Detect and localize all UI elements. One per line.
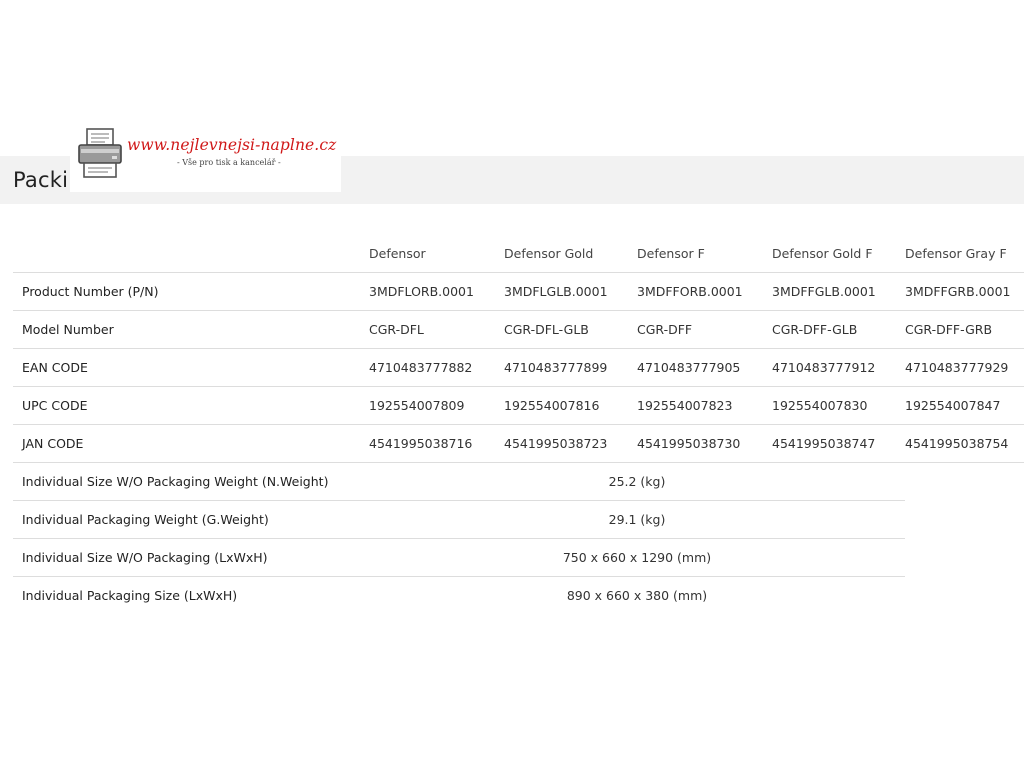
watermark-tagline: - Vše pro tisk a kancelář - (177, 158, 281, 167)
table-cell: 4710483777929 (905, 348, 1024, 387)
row-label: EAN CODE (13, 348, 369, 387)
table-cell: 192554007823 (637, 386, 772, 425)
table-row: UPC CODE 192554007809 192554007816 19255… (13, 386, 1024, 425)
row-label: Model Number (13, 310, 369, 349)
table-cell: 192554007816 (504, 386, 637, 425)
merged-value-cell: 890 x 660 x 380 (mm) (566, 588, 708, 603)
printer-icon (78, 128, 122, 178)
merged-value-cell: 25.2 (kg) (369, 462, 905, 501)
table-cell: 4541995038730 (637, 424, 772, 463)
table-row: Individual Packaging Size (LxWxH) 890 x … (13, 577, 1024, 615)
table-cell: 4710483777905 (637, 348, 772, 387)
table-row: Individual Size W/O Packaging (LxWxH) 75… (13, 538, 1024, 577)
table-row: Product Number (P/N) 3MDFLORB.0001 3MDFL… (13, 272, 1024, 311)
header-empty-cell (13, 235, 369, 273)
table-cell: 192554007809 (369, 386, 504, 425)
table-cell: 3MDFFGRB.0001 (905, 272, 1024, 311)
table-header-row: Defensor Defensor Gold Defensor F Defens… (13, 235, 1024, 273)
table-row: Individual Size W/O Packaging Weight (N.… (13, 462, 1024, 501)
table-cell: 4541995038716 (369, 424, 504, 463)
column-header: Defensor Gray F (905, 235, 1024, 273)
watermark-logo: www.nejlevnejsi-naplne.cz - Vše pro tisk… (70, 125, 341, 192)
row-label: Individual Size W/O Packaging Weight (N.… (13, 462, 369, 501)
table-cell: 4541995038723 (504, 424, 637, 463)
table-cell: 4710483777882 (369, 348, 504, 387)
table-cell: CGR-DFF-GRB (905, 310, 1024, 349)
row-label: JAN CODE (13, 424, 369, 463)
row-label: Product Number (P/N) (13, 272, 369, 311)
table-cell: 4710483777899 (504, 348, 637, 387)
column-header: Defensor Gold F (772, 235, 905, 273)
empty-cell (905, 501, 1024, 539)
table-cell: 3MDFFORB.0001 (637, 272, 772, 311)
table-cell: CGR-DFF-GLB (772, 310, 905, 349)
column-header: Defensor F (637, 235, 772, 273)
watermark-url: www.nejlevnejsi-naplne.cz (127, 136, 337, 154)
table-cell: 4541995038754 (905, 424, 1024, 463)
table-cell: 4541995038747 (772, 424, 905, 463)
empty-cell (905, 577, 1024, 615)
table-cell: CGR-DFF (637, 310, 772, 349)
table-cell: 192554007830 (772, 386, 905, 425)
empty-cell (905, 539, 1024, 577)
empty-cell (905, 463, 1024, 501)
table-row: Individual Packaging Weight (G.Weight) 2… (13, 500, 1024, 539)
table-cell: 192554007847 (905, 386, 1024, 425)
table-cell: 4710483777912 (772, 348, 905, 387)
table-cell: 3MDFLGLB.0001 (504, 272, 637, 311)
table-row: EAN CODE 4710483777882 4710483777899 471… (13, 348, 1024, 387)
row-label: Individual Packaging Weight (G.Weight) (13, 500, 369, 539)
table-row: JAN CODE 4541995038716 4541995038723 454… (13, 424, 1024, 463)
table-cell: 3MDFFGLB.0001 (772, 272, 905, 311)
packing-spec-table: Defensor Defensor Gold Defensor F Defens… (13, 235, 1024, 614)
table-cell: CGR-DFL-GLB (504, 310, 637, 349)
table-cell: 3MDFLORB.0001 (369, 272, 504, 311)
row-label: UPC CODE (13, 386, 369, 425)
row-label: Individual Packaging Size (LxWxH) (22, 588, 238, 603)
table-cell: CGR-DFL (369, 310, 504, 349)
merged-value-cell: 29.1 (kg) (369, 500, 905, 539)
merged-value-cell: 750 x 660 x 1290 (mm) (369, 538, 905, 577)
row-label: Individual Size W/O Packaging (LxWxH) (13, 538, 369, 577)
column-header: Defensor (369, 235, 504, 273)
table-row: Model Number CGR-DFL CGR-DFL-GLB CGR-DFF… (13, 310, 1024, 349)
column-header: Defensor Gold (504, 235, 637, 273)
